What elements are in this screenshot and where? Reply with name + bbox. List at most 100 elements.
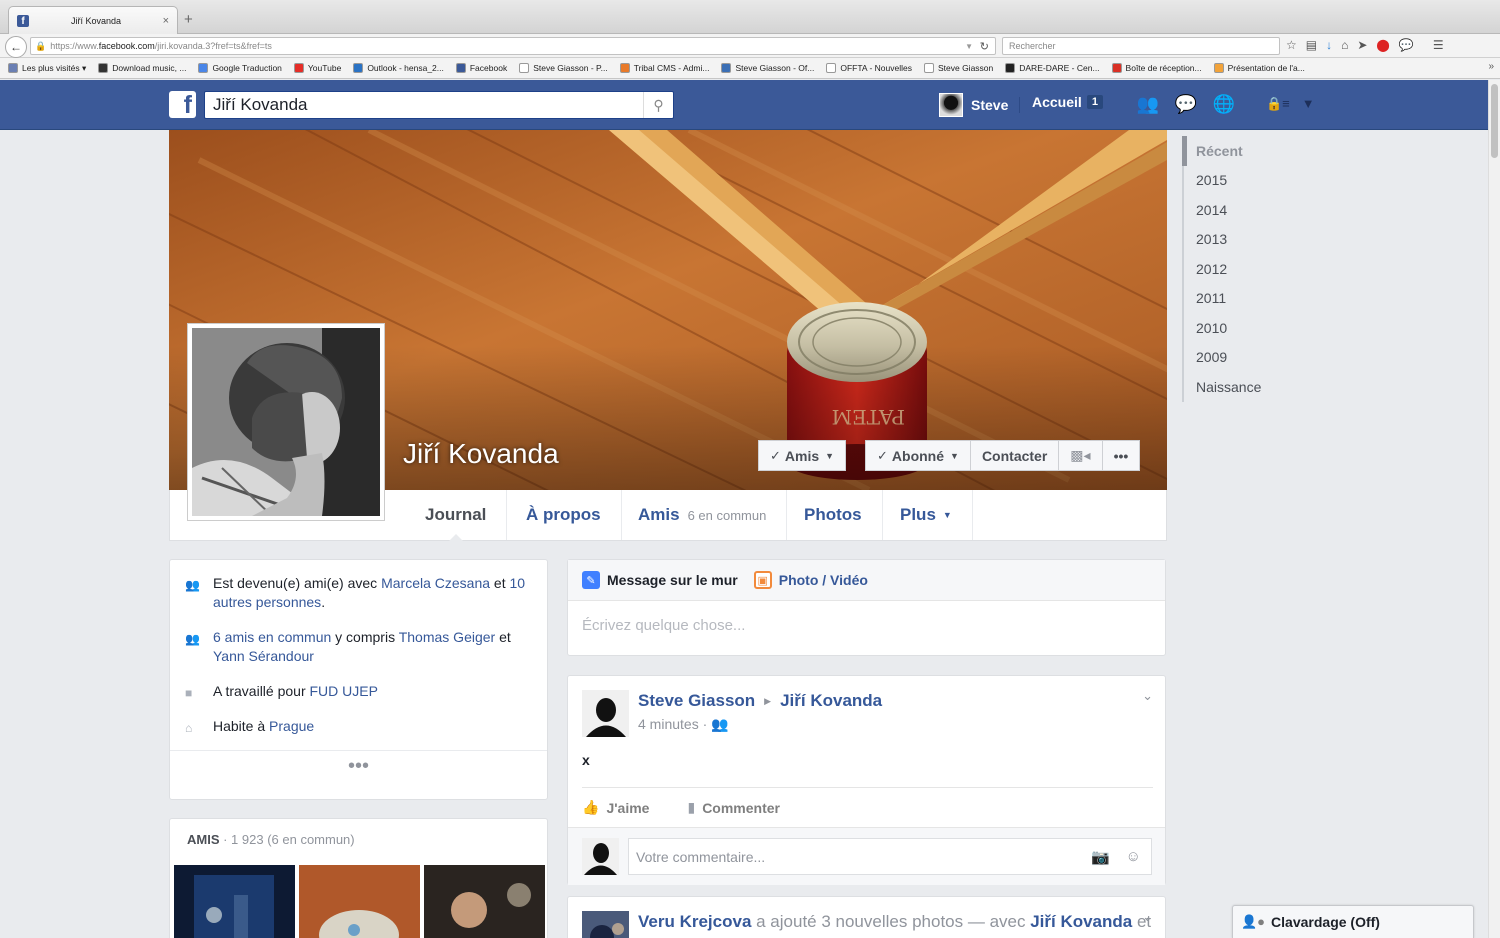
author-avatar[interactable] [582, 690, 629, 737]
profile-link[interactable]: Steve [939, 93, 1008, 117]
comment-button[interactable]: ▮ Commenter [687, 799, 780, 816]
friends-button[interactable]: ✓ Amis ▼ [758, 440, 847, 471]
timeline-nav-item[interactable]: Naissance [1182, 372, 1292, 402]
message-button[interactable]: Contacter [970, 440, 1060, 471]
bookmark-item[interactable]: Download music, ... [98, 63, 186, 73]
timeline-nav-item[interactable]: 2012 [1182, 254, 1292, 284]
friends-card-header[interactable]: AMIS · 1 923 (6 en commun) [187, 832, 355, 847]
profile-picture[interactable] [187, 323, 385, 521]
post-target-link[interactable]: Jiří Kovanda [780, 691, 882, 711]
download-icon[interactable]: ↓ [1326, 38, 1332, 52]
home-icon[interactable]: ⌂ [1341, 38, 1348, 52]
comment-input[interactable] [636, 848, 1076, 865]
arrow-right-icon: ▶ [764, 695, 772, 706]
post2-tagged-link[interactable]: Jiří Kovanda [1030, 912, 1132, 931]
bookmark-item[interactable]: Facebook [455, 63, 507, 73]
timeline-nav-item[interactable]: 2014 [1182, 195, 1292, 225]
timeline-nav-item[interactable]: 2011 [1182, 283, 1292, 313]
chat-bubble-icon[interactable]: 💬 [1399, 38, 1414, 52]
bookmark-star-icon[interactable]: ☆ [1286, 38, 1297, 52]
browser-search-input[interactable]: Rechercher [1002, 37, 1280, 55]
search-icon[interactable]: ⚲ [643, 92, 673, 118]
city-link[interactable]: Prague [269, 718, 314, 734]
bookmark-item[interactable]: YouTube [293, 63, 341, 73]
cover-actions: ✓ Amis ▼ [758, 440, 847, 471]
feed-post: Steve Giasson ▶ Jiří Kovanda 4 minutes ·… [567, 675, 1166, 885]
timeline-nav-item[interactable]: Récent [1182, 136, 1292, 166]
back-arrow-icon[interactable]: ← [5, 36, 27, 58]
workplace-link[interactable]: FUD UJEP [310, 683, 378, 699]
chat-sidebar-tab[interactable]: 👤● Clavardage (Off) [1232, 905, 1474, 938]
bookmark-item[interactable]: Présentation de l'a... [1213, 63, 1305, 73]
caret-down-icon: ▼ [942, 510, 952, 520]
bookmark-item[interactable]: OFFTA - Nouvelles [826, 63, 912, 73]
url-dropdown-icon[interactable]: ▼ [965, 42, 973, 51]
friend-photo[interactable] [299, 865, 420, 938]
more-options-button[interactable]: ••• [1102, 440, 1141, 471]
author-avatar[interactable] [582, 911, 629, 938]
friend-photo[interactable] [424, 865, 545, 938]
post-options-chevron-icon[interactable]: ⌄ [1142, 688, 1153, 704]
tab-timeline[interactable]: Journal [405, 490, 508, 541]
composer-input[interactable]: Écrivez quelque chose... [568, 601, 1165, 650]
friends-title: AMIS [187, 832, 220, 847]
like-button[interactable]: 👍 J'aime [582, 799, 649, 816]
adblock-icon[interactable]: ⬤ [1376, 38, 1389, 52]
mutual-friends-link[interactable]: 6 amis en commun [213, 629, 331, 645]
timeline-nav-item[interactable]: 2010 [1182, 313, 1292, 343]
chat-contacts-icon: 👤● [1241, 914, 1266, 929]
timeline-nav-item[interactable]: 2013 [1182, 224, 1292, 254]
bookmark-item[interactable]: Steve Giasson - Of... [721, 63, 814, 73]
send-icon[interactable]: ➤ [1357, 38, 1367, 52]
post-timestamp[interactable]: 4 minutes · [638, 716, 711, 732]
timeline-nav-item[interactable]: 2009 [1182, 342, 1292, 372]
notifications-globe-icon[interactable]: 🌐 [1212, 93, 1236, 115]
friend-requests-icon[interactable]: 👥 [1136, 93, 1160, 115]
browser-tab[interactable]: f Jiří Kovanda × [8, 6, 178, 34]
facebook-search-input[interactable] [205, 92, 635, 118]
tab-about[interactable]: À propos [506, 490, 622, 540]
intro-more-button[interactable]: ••• [170, 750, 547, 778]
page-scrollbar[interactable] [1488, 80, 1500, 938]
following-button[interactable]: ✓ Abonné ▼ [865, 440, 971, 471]
bookmark-item[interactable]: Google Traduction [198, 63, 282, 73]
close-tab-icon[interactable]: × [163, 15, 169, 27]
bookmark-item[interactable]: Steve Giasson [923, 63, 993, 73]
bookmark-label: Download music, ... [112, 63, 187, 73]
post2-author-link[interactable]: Veru Krejcova [638, 912, 751, 931]
friend-link[interactable]: Thomas Geiger [399, 629, 495, 645]
address-bar[interactable]: 🔒 https://www.facebook.com/jiri.kovanda.… [30, 37, 996, 55]
bookmark-item[interactable]: Steve Giasson - P... [519, 63, 608, 73]
friend-photo[interactable] [174, 865, 295, 938]
messages-icon[interactable]: 💬 [1174, 93, 1198, 115]
reading-list-icon[interactable]: ▤ [1306, 38, 1317, 52]
privacy-shortcuts-icon[interactable]: 🔒≡ [1266, 96, 1290, 112]
facebook-logo-icon[interactable]: f [169, 91, 196, 118]
status-update-option[interactable]: ✎ Message sur le mur [582, 571, 738, 589]
reload-icon[interactable]: ↻ [980, 40, 989, 53]
account-menu-chevron-icon[interactable]: ▼ [1302, 96, 1315, 112]
post-author-link[interactable]: Steve Giasson [638, 691, 755, 711]
video-call-button[interactable]: ▩◂ [1059, 440, 1103, 471]
friend-link[interactable]: Marcela Czesana [381, 575, 490, 591]
bookmark-item[interactable]: Les plus visités ▾ [8, 63, 86, 74]
timeline-nav-item[interactable]: 2015 [1182, 165, 1292, 195]
menu-icon[interactable]: ☰ [1433, 38, 1444, 52]
photo-video-option[interactable]: ▣ Photo / Vidéo [753, 571, 868, 589]
home-link[interactable]: Accueil 1 [1032, 94, 1103, 110]
tab-more[interactable]: Plus ▼ [880, 490, 973, 540]
bookmark-item[interactable]: Tribal CMS - Admi... [619, 63, 709, 73]
bookmark-item[interactable]: Boîte de réception... [1111, 63, 1202, 73]
new-tab-button[interactable]: + [184, 11, 193, 28]
camera-icon[interactable]: 📷 [1091, 848, 1110, 866]
tab-friends[interactable]: Amis 6 en commun [618, 490, 788, 540]
emoji-icon[interactable]: ☺ [1126, 848, 1141, 866]
post-options-chevron-icon[interactable]: ⌄ [1142, 909, 1153, 925]
bookmark-item[interactable]: Outlook - hensa_2... [353, 63, 444, 73]
bookmark-item[interactable]: DARE-DARE - Cen... [1005, 63, 1100, 73]
bookmarks-overflow-icon[interactable]: » [1488, 61, 1494, 72]
scrollbar-thumb[interactable] [1491, 84, 1498, 158]
friend-link[interactable]: Yann Sérandour [213, 648, 314, 664]
audience-friends-icon[interactable]: 👥 [711, 716, 728, 732]
tab-photos[interactable]: Photos [784, 490, 883, 540]
